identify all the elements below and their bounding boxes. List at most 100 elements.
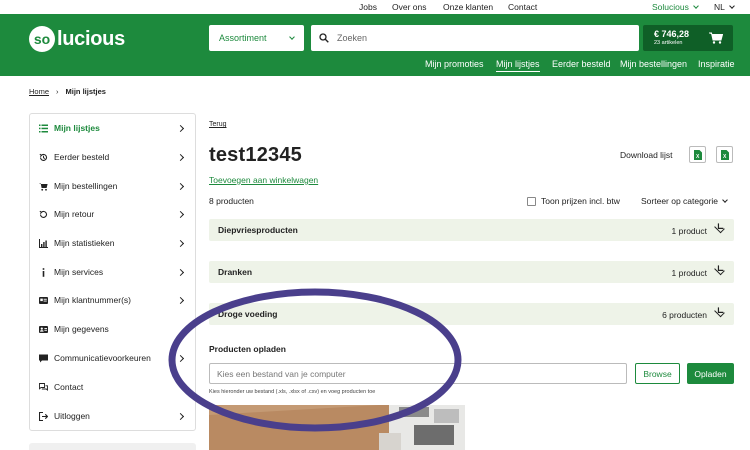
nav-mijn-lijstjes[interactable]: Mijn lijstjes: [496, 59, 540, 72]
category-qty: 1 product: [671, 226, 707, 236]
chevron-right-icon: [176, 354, 185, 362]
download-excel-button[interactable]: X: [689, 146, 706, 163]
breadcrumb-home[interactable]: Home: [29, 87, 49, 96]
category-qty: 6 producten: [662, 310, 707, 320]
category-row-droge-voeding[interactable]: Droge voeding 6 producten: [209, 303, 734, 325]
file-input[interactable]: [209, 363, 627, 384]
back-link[interactable]: Terug: [209, 121, 227, 128]
sidebar-item-label: Contact: [54, 382, 84, 392]
breadcrumb-current: Mijn lijstjes: [65, 87, 106, 96]
sidebar-item-label: Mijn statistieken: [54, 238, 115, 248]
link-over-ons[interactable]: Over ons: [392, 2, 427, 12]
chevron-down-icon: [714, 222, 725, 234]
chevron-down-icon: [714, 264, 725, 276]
link-onze-klanten[interactable]: Onze klanten: [443, 2, 493, 12]
cart-icon: [709, 32, 723, 44]
excel-file-icon: X: [720, 149, 729, 160]
sidebar-item-label: Mijn gegevens: [54, 324, 109, 334]
show-prices-label: Toon prijzen incl. btw: [541, 196, 620, 206]
chevron-down-icon: [722, 197, 728, 203]
history-icon: [39, 153, 48, 161]
breadcrumb: Home › Mijn lijstjes: [29, 87, 106, 96]
browse-button[interactable]: Browse: [635, 363, 680, 384]
sidebar-item-label: Mijn services: [54, 267, 104, 277]
nav-inspiratie[interactable]: Inspiratie: [698, 59, 735, 69]
sidebar-secondary-panel: [29, 443, 196, 450]
language-menu[interactable]: NL: [714, 2, 735, 12]
chat-bubbles-icon: [39, 382, 48, 391]
checkbox[interactable]: [527, 196, 536, 206]
upload-title: Producten opladen: [209, 344, 286, 354]
list-icon: [39, 124, 48, 132]
category-row-dranken[interactable]: Dranken 1 product: [209, 261, 734, 283]
chevron-right-icon: [176, 210, 185, 218]
search-icon[interactable]: [319, 33, 329, 43]
sort-label: Sorteer op categorie: [641, 196, 719, 206]
chevron-right-icon: [176, 268, 185, 276]
utility-bar: Jobs Over ons Onze klanten Contact Soluc…: [0, 0, 750, 14]
sidebar-item-label: Mijn klantnummer(s): [54, 295, 131, 305]
logo-text: lucious: [57, 27, 125, 50]
main-header: so lucious Assortiment € 746,28 23 artik…: [0, 14, 750, 76]
sidebar-item-label: Eerder besteld: [54, 152, 110, 162]
category-qty: 1 product: [671, 268, 707, 278]
sidebar-item-label: Mijn retour: [54, 209, 95, 219]
sort-dropdown[interactable]: Sorteer op categorie: [641, 196, 728, 206]
banner-photo: [209, 405, 465, 450]
show-prices-toggle[interactable]: Toon prijzen incl. btw: [527, 196, 620, 206]
id-card-icon: [39, 296, 48, 304]
chevron-right-icon: [176, 239, 185, 247]
upload-button[interactable]: Opladen: [687, 363, 734, 384]
sidebar-item-mijn-gegevens[interactable]: Mijn gegevens: [30, 315, 195, 343]
assortiment-dropdown[interactable]: Assortiment: [209, 25, 304, 51]
sidebar-item-label: Uitloggen: [54, 411, 90, 421]
chevron-right-icon: [176, 124, 185, 132]
language-code: NL: [714, 2, 725, 12]
sidebar-item-label: Communicatievoorkeuren: [54, 353, 151, 363]
banner-image: [209, 405, 465, 450]
cart-button[interactable]: € 746,28 23 artikelen: [643, 25, 733, 51]
link-contact[interactable]: Contact: [508, 2, 537, 12]
chevron-right-icon: [176, 412, 185, 420]
sidebar-item-contact[interactable]: Contact: [30, 373, 195, 401]
contact-card-icon: [39, 325, 48, 333]
logout-icon: [39, 411, 48, 421]
nav-eerder-besteld[interactable]: Eerder besteld: [552, 59, 611, 69]
logo[interactable]: so lucious: [29, 25, 125, 53]
sidebar-item-uitloggen[interactable]: Uitloggen: [30, 402, 195, 430]
sidebar-item-eerder-besteld[interactable]: Eerder besteld: [30, 143, 195, 171]
sidebar-item-label: Mijn bestellingen: [54, 181, 118, 191]
sidebar-item-label: Mijn lijstjes: [54, 123, 100, 133]
search-input[interactable]: [337, 33, 627, 43]
chat-icon: [39, 354, 48, 362]
sidebar-item-mijn-retour[interactable]: Mijn retour: [30, 200, 195, 228]
add-to-cart-link[interactable]: Toevoegen aan winkelwagen: [209, 175, 318, 185]
sidebar-item-mijn-lijstjes[interactable]: Mijn lijstjes: [30, 114, 195, 142]
cart-icon: [39, 182, 48, 191]
chevron-right-icon: [176, 182, 185, 190]
chevron-down-icon: [693, 3, 699, 9]
category-name: Dranken: [218, 267, 253, 277]
account-name: Solucious: [652, 2, 689, 12]
page-title: test12345: [209, 144, 302, 166]
sidebar-item-mijn-klantnummers[interactable]: Mijn klantnummer(s): [30, 286, 195, 314]
sidebar-item-mijn-statistieken[interactable]: Mijn statistieken: [30, 229, 195, 257]
chart-icon: [39, 238, 48, 248]
product-count: 8 producten: [209, 196, 254, 206]
info-icon: [42, 267, 45, 277]
nav-mijn-promoties[interactable]: Mijn promoties: [425, 59, 484, 69]
cart-item-count: 23 artikelen: [654, 40, 683, 46]
download-csv-button[interactable]: X: [716, 146, 733, 163]
sidebar-item-mijn-bestellingen[interactable]: Mijn bestellingen: [30, 172, 195, 200]
account-menu[interactable]: Solucious: [652, 2, 699, 12]
chevron-right-icon: [176, 153, 185, 161]
sidebar-item-communicatievoorkeuren[interactable]: Communicatievoorkeuren: [30, 344, 195, 372]
sidebar-item-mijn-services[interactable]: Mijn services: [30, 258, 195, 286]
nav-mijn-bestellingen[interactable]: Mijn bestellingen: [620, 59, 687, 69]
link-jobs[interactable]: Jobs: [359, 2, 377, 12]
category-row-diepvries[interactable]: Diepvriesproducten 1 product: [209, 219, 734, 241]
chevron-down-icon: [289, 34, 295, 40]
chevron-right-icon: [176, 296, 185, 304]
excel-file-icon: X: [693, 149, 702, 160]
chevron-down-icon: [729, 3, 735, 9]
